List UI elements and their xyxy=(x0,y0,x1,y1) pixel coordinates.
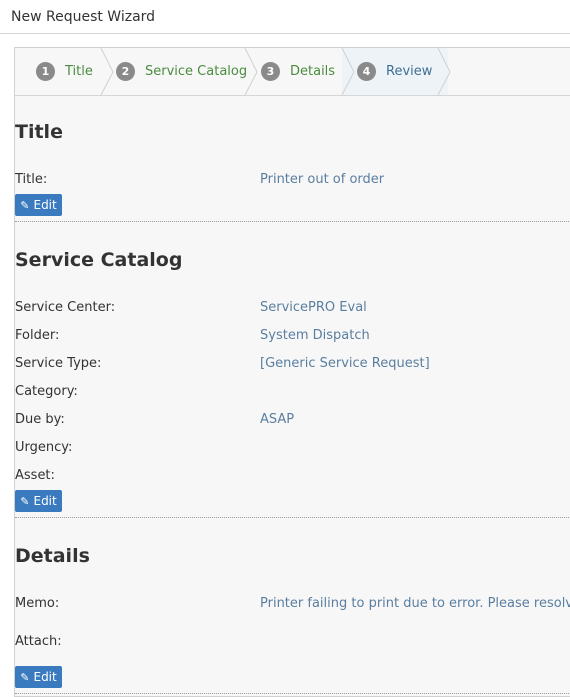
pencil-icon: ✎ xyxy=(20,198,30,212)
step-title[interactable]: 1 Title xyxy=(36,48,93,95)
field-label-urgency: Urgency: xyxy=(15,440,73,455)
edit-service-catalog-button[interactable]: ✎ Edit xyxy=(15,490,62,512)
field-value-service-type: [Generic Service Request] xyxy=(260,356,430,371)
edit-details-button[interactable]: ✎ Edit xyxy=(15,666,62,688)
field-label-memo: Memo: xyxy=(15,596,60,611)
step-label: Service Catalog xyxy=(145,64,248,79)
field-label-attach: Attach: xyxy=(15,634,62,649)
step-review[interactable]: 4 Review xyxy=(357,48,432,95)
section-service-catalog-heading: Service Catalog xyxy=(15,249,183,271)
pencil-icon: ✎ xyxy=(20,670,30,684)
section-divider xyxy=(15,693,570,694)
field-label-service-type: Service Type: xyxy=(15,356,102,371)
section-title-heading: Title xyxy=(15,121,63,143)
step-label: Title xyxy=(65,64,93,79)
section-divider xyxy=(15,517,570,518)
edit-title-button[interactable]: ✎ Edit xyxy=(15,194,62,216)
section-details-heading: Details xyxy=(15,545,90,567)
field-label-folder: Folder: xyxy=(15,328,60,343)
edit-label: Edit xyxy=(33,198,57,212)
field-value-due-by: ASAP xyxy=(260,412,295,427)
window-title-bar: New Request Wizard xyxy=(0,0,570,34)
field-label-category: Category: xyxy=(15,384,78,399)
step-label: Review xyxy=(386,64,433,79)
field-label-due-by: Due by: xyxy=(15,412,65,427)
field-value-title: Printer out of order xyxy=(260,172,385,187)
step-number: 3 xyxy=(261,62,280,81)
window-title: New Request Wizard xyxy=(11,9,156,25)
field-label-title: Title: xyxy=(15,172,48,187)
pencil-icon: ✎ xyxy=(20,494,30,508)
step-service-catalog[interactable]: 2 Service Catalog xyxy=(116,48,247,95)
step-number: 2 xyxy=(116,62,135,81)
wizard-panel: 1 Title 2 Service Catalog 3 Details 4 Re… xyxy=(14,47,570,697)
edit-label: Edit xyxy=(33,670,57,684)
wizard-steps: 1 Title 2 Service Catalog 3 Details 4 Re… xyxy=(15,48,570,96)
field-value-memo: Printer failing to print due to error. P… xyxy=(260,596,570,611)
step-number: 4 xyxy=(357,62,376,81)
step-details[interactable]: 3 Details xyxy=(261,48,335,95)
edit-label: Edit xyxy=(33,494,57,508)
step-number: 1 xyxy=(36,62,55,81)
field-label-asset: Asset: xyxy=(15,468,55,483)
field-label-service-center: Service Center: xyxy=(15,300,116,315)
step-label: Details xyxy=(290,64,336,79)
field-value-folder: System Dispatch xyxy=(260,328,370,343)
section-divider xyxy=(15,221,570,222)
field-value-service-center: ServicePRO Eval xyxy=(260,300,367,315)
